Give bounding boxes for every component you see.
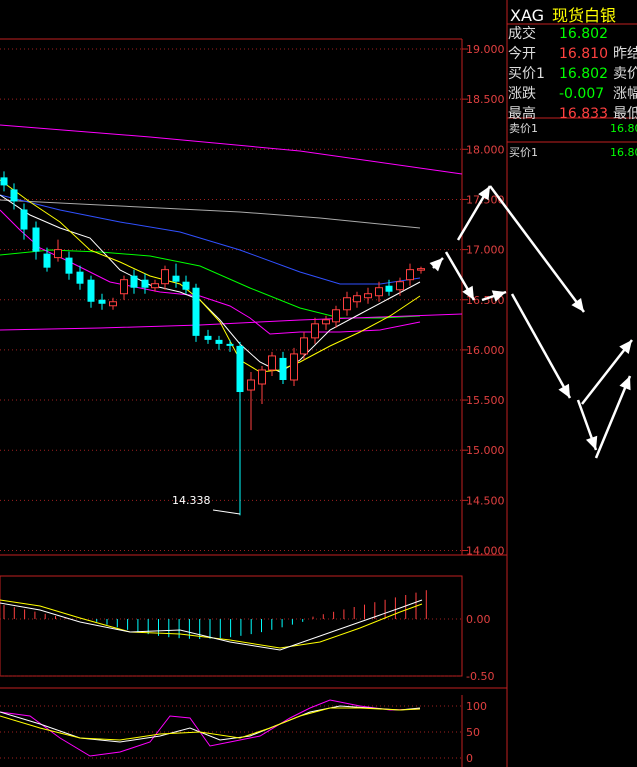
- quote-value: 16.802: [559, 26, 608, 42]
- low-price-label: 14.338: [172, 494, 211, 507]
- candle-body: [141, 279, 149, 288]
- candle-body: [130, 275, 138, 288]
- quote-panel: XAG 现货白银 成交 16.802 今开 16.810 昨结买价1 16.802 卖价涨跌 -…: [507, 0, 637, 767]
- candle-body: [311, 323, 319, 339]
- candle-body: [322, 319, 330, 325]
- candle-body: [226, 343, 234, 346]
- candle-body: [247, 379, 255, 391]
- quote-label-secondary: 卖价: [613, 66, 637, 82]
- candle-body: [182, 281, 190, 290]
- candle-body: [258, 369, 266, 385]
- candlesticks: [0, 171, 425, 516]
- candle-body: [300, 337, 308, 355]
- macd-tick-label: -0.50: [466, 670, 494, 683]
- candle-body: [204, 335, 212, 340]
- price-tick-label: 16.000: [466, 344, 505, 357]
- ask-row: 卖价1 16.80: [507, 120, 637, 138]
- price-grid: [0, 48, 462, 551]
- kdj-k-line: [0, 705, 421, 743]
- candle-body: [65, 257, 73, 274]
- kdj-panel: 100 50 0: [0, 699, 487, 765]
- quote-label: 涨跌: [508, 86, 536, 102]
- candle-body: [417, 268, 425, 271]
- ask-label: 卖价1: [509, 122, 538, 135]
- quote-label: 今开: [508, 46, 536, 62]
- instrument-title: XAG 现货白银: [510, 2, 616, 26]
- candle-body: [215, 339, 223, 344]
- candle-body: [332, 309, 340, 323]
- candle-body: [396, 281, 404, 291]
- quote-value: -0.007: [559, 86, 605, 102]
- kdj-tick-label: 0: [466, 752, 473, 765]
- candle-body: [43, 253, 51, 268]
- candle-body: [0, 177, 8, 186]
- price-tick-label: 14.500: [466, 494, 505, 507]
- candle-body: [406, 269, 414, 281]
- kdj-tick-label: 100: [466, 700, 487, 713]
- price-tick-label: 19.000: [466, 43, 505, 56]
- ask-value: 16.80: [610, 122, 637, 135]
- candle-body: [20, 209, 28, 230]
- candle-body: [87, 279, 95, 302]
- price-tick-label: 14.000: [466, 545, 505, 558]
- candle-body: [279, 357, 287, 380]
- candle-body: [54, 249, 62, 259]
- candle-body: [353, 295, 361, 303]
- candle-body: [32, 227, 40, 252]
- macd-dif-line: [0, 599, 423, 651]
- price-tick-label: 18.000: [466, 143, 505, 156]
- quote-label-secondary: 涨幅: [613, 86, 637, 102]
- candle-body: [10, 189, 18, 202]
- price-tick-label: 18.500: [466, 93, 505, 106]
- candle-body: [172, 275, 180, 282]
- quote-label-secondary: 昨结: [613, 46, 637, 62]
- low-price-pointer: [212, 509, 241, 515]
- candle-body: [375, 287, 383, 297]
- arrow-small-head: [429, 258, 443, 272]
- instrument-name: 现货白银: [552, 6, 617, 25]
- kdj-tick-label: 50: [466, 726, 480, 739]
- macd-dea-line: [0, 599, 423, 649]
- candle-body: [343, 297, 351, 311]
- bid-row: 买价1 16.80: [507, 144, 637, 162]
- quote-label: 买价1: [508, 66, 545, 82]
- candle-body: [236, 345, 244, 393]
- candle-body: [76, 271, 84, 284]
- ma-line-slow: [0, 199, 421, 229]
- candle-body: [364, 293, 372, 299]
- candle-body: [109, 301, 117, 307]
- candle-body: [98, 299, 106, 304]
- candle-body: [151, 283, 159, 289]
- kdj-d-line: [0, 707, 421, 741]
- price-tick-label: 15.000: [466, 444, 505, 457]
- quote-value: 16.802: [559, 66, 608, 82]
- quote-value: 16.810: [559, 46, 608, 62]
- moving-averages: [0, 124, 463, 373]
- bid-value: 16.80: [610, 146, 637, 159]
- quote-label: 成交: [508, 26, 536, 42]
- macd-panel: 0.00 -0.50: [0, 590, 494, 683]
- price-tick-label: 17.000: [466, 244, 505, 257]
- price-tick-label: 15.500: [466, 394, 505, 407]
- candle-body: [290, 353, 298, 381]
- instrument-code: XAG: [510, 6, 545, 25]
- macd-tick-label: 0.00: [466, 613, 491, 626]
- ma-line-yellow: [0, 179, 421, 373]
- candle-body: [192, 287, 200, 336]
- candle-body: [385, 285, 393, 292]
- candle-body: [161, 269, 169, 285]
- candle-body: [268, 355, 276, 371]
- candle-body: [120, 279, 128, 295]
- bid-label: 买价1: [509, 146, 538, 159]
